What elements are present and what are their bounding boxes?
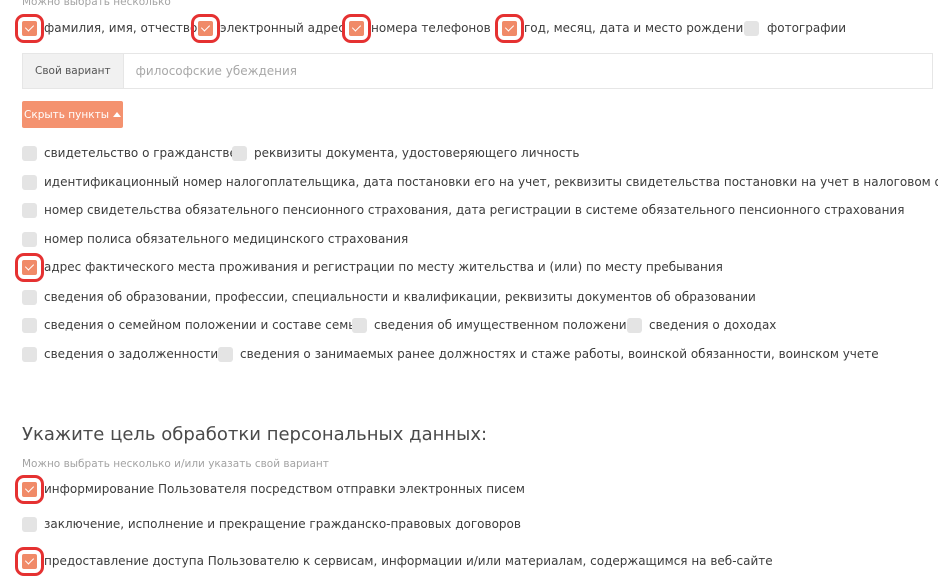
check-icon: [504, 22, 515, 32]
checkbox[interactable]: [232, 145, 247, 161]
checkbox[interactable]: [22, 516, 37, 532]
option-label: информирование Пользователя посредством …: [44, 482, 525, 496]
checkbox[interactable]: [22, 346, 37, 362]
option-label: адрес фактического места проживания и ре…: [44, 260, 723, 274]
checkbox[interactable]: [15, 252, 44, 282]
option-citizenship[interactable]: свидетельство о гражданстве: [22, 143, 237, 163]
hide-items-label: Скрыть пункты: [24, 108, 109, 121]
check-icon: [24, 555, 35, 565]
checkbox[interactable]: [495, 13, 524, 43]
checkbox[interactable]: [352, 317, 367, 333]
checkbox[interactable]: [22, 202, 37, 218]
option-label: фотографии: [767, 21, 847, 35]
option-education[interactable]: сведения об образовании, профессии, спец…: [22, 287, 756, 307]
purpose-hint: Можно выбрать несколько и/или указать св…: [22, 458, 329, 470]
checkbox[interactable]: [744, 20, 759, 36]
option-label: свидетельство о гражданстве: [44, 146, 237, 160]
option-label: сведения о занимаемых ранее должностях и…: [240, 347, 879, 361]
option-id-document[interactable]: реквизиты документа, удостоверяющего лич…: [232, 143, 579, 163]
option-label: сведения об образовании, профессии, спец…: [44, 290, 756, 304]
option-label: реквизиты документа, удостоверяющего лич…: [254, 146, 580, 160]
page: { "personal_data": { "hint": "Можно выбр…: [0, 0, 938, 582]
option-pension-insurance[interactable]: номер свидетельства обязательного пенсио…: [22, 200, 904, 220]
hide-items-button[interactable]: Скрыть пункты: [22, 101, 123, 128]
caret-up-icon: [112, 112, 121, 117]
option-debts[interactable]: сведения о задолженности: [22, 344, 218, 364]
checkbox[interactable]: [218, 346, 233, 362]
own-variant-field: Свой вариант: [22, 53, 933, 89]
option-label: сведения о задолженности: [44, 347, 219, 361]
option-label: номера телефонов: [371, 21, 491, 35]
own-variant-tag: Свой вариант: [23, 54, 124, 88]
checkbox[interactable]: [342, 13, 371, 43]
check-icon: [24, 22, 35, 32]
option-birth-date[interactable]: год, месяц, дата и место рождения: [495, 13, 751, 43]
option-label: номер свидетельства обязательного пенсио…: [44, 203, 905, 217]
checkbox[interactable]: [22, 317, 37, 333]
option-address[interactable]: адрес фактического места проживания и ре…: [15, 252, 723, 282]
checkbox[interactable]: [15, 13, 44, 43]
checkbox[interactable]: [22, 231, 37, 247]
personal-data-hint: Можно выбрать несколько: [22, 0, 171, 8]
check-icon: [351, 22, 362, 32]
option-label: год, месяц, дата и место рождения: [524, 21, 751, 35]
checkbox[interactable]: [22, 145, 37, 161]
option-label: сведения о семейном положении и составе …: [44, 318, 364, 332]
option-photos[interactable]: фотографии: [744, 18, 846, 38]
option-income[interactable]: сведения о доходах: [627, 315, 776, 335]
check-icon: [200, 22, 211, 32]
checkbox[interactable]: [22, 174, 37, 190]
checkbox[interactable]: [191, 13, 220, 43]
option-label: предоставление доступа Пользователю к се…: [44, 554, 773, 568]
checkbox[interactable]: [15, 474, 44, 504]
option-property-status[interactable]: сведения об имущественном положении: [352, 315, 634, 335]
option-label: сведения о доходах: [649, 318, 777, 332]
purpose-option-site-access[interactable]: предоставление доступа Пользователю к се…: [15, 546, 773, 576]
option-label: идентификационный номер налогоплательщик…: [44, 175, 938, 189]
option-medical-policy[interactable]: номер полиса обязательного медицинского …: [22, 229, 408, 249]
option-tax-number[interactable]: идентификационный номер налогоплательщик…: [22, 172, 938, 192]
option-label: сведения об имущественном положении: [374, 318, 635, 332]
option-label: электронный адрес: [220, 21, 345, 35]
option-full-name[interactable]: фамилия, имя, отчество: [15, 13, 198, 43]
option-label: заключение, исполнение и прекращение гра…: [44, 517, 521, 531]
own-variant-input[interactable]: [123, 54, 932, 88]
purpose-option-email-info[interactable]: информирование Пользователя посредством …: [15, 474, 525, 504]
purpose-title: Укажите цель обработки персональных данн…: [22, 424, 488, 445]
checkbox[interactable]: [22, 289, 37, 305]
check-icon: [24, 261, 35, 271]
option-label: фамилия, имя, отчество: [44, 21, 198, 35]
check-icon: [24, 483, 35, 493]
option-work-history[interactable]: сведения о занимаемых ранее должностях и…: [218, 344, 879, 364]
checkbox[interactable]: [627, 317, 642, 333]
checkbox[interactable]: [15, 546, 44, 576]
option-phones[interactable]: номера телефонов: [342, 13, 491, 43]
option-label: номер полиса обязательного медицинского …: [44, 232, 409, 246]
purpose-option-contracts[interactable]: заключение, исполнение и прекращение гра…: [22, 514, 521, 534]
option-family-status[interactable]: сведения о семейном положении и составе …: [22, 315, 363, 335]
option-email[interactable]: электронный адрес: [191, 13, 345, 43]
